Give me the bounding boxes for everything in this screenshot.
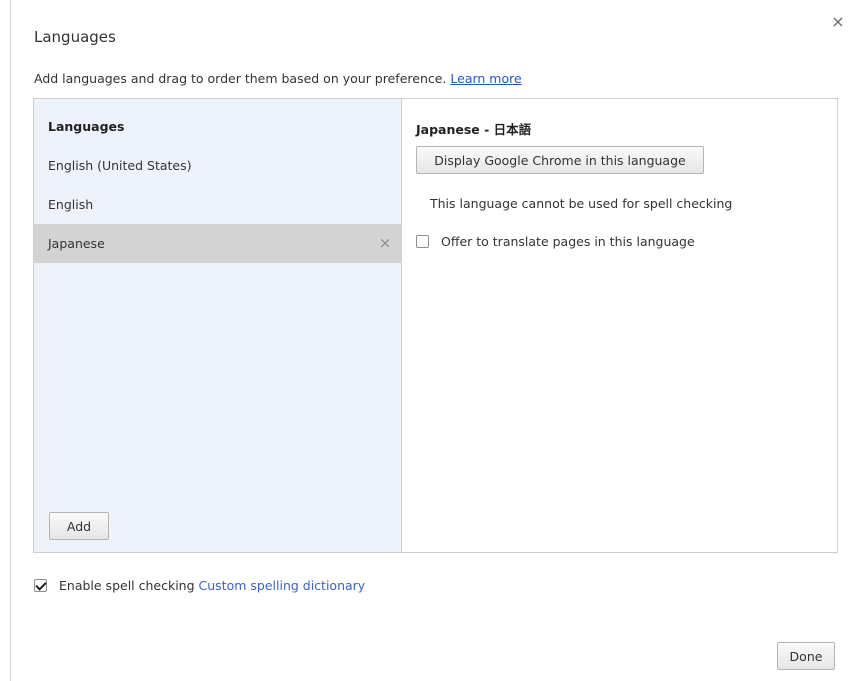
spell-check-label: Enable spell checking bbox=[59, 578, 195, 593]
language-list-header: Languages bbox=[48, 119, 125, 134]
spell-check-option: Enable spell checking Custom spelling di… bbox=[34, 578, 365, 593]
remove-language-icon[interactable]: × bbox=[377, 224, 393, 263]
add-language-button[interactable]: Add bbox=[49, 512, 109, 540]
translate-option: Offer to translate pages in this languag… bbox=[416, 234, 695, 249]
spell-check-note: This language cannot be used for spell c… bbox=[430, 196, 733, 211]
display-chrome-in-language-button[interactable]: Display Google Chrome in this language bbox=[416, 146, 704, 174]
languages-panel: Languages English (United States) Englis… bbox=[33, 98, 838, 553]
translate-checkbox[interactable] bbox=[416, 235, 429, 248]
language-item-label: English (United States) bbox=[48, 158, 192, 173]
detail-title: Japanese - 日本語 bbox=[416, 122, 532, 137]
custom-dictionary-link[interactable]: Custom spelling dictionary bbox=[199, 578, 366, 593]
close-icon[interactable]: × bbox=[830, 14, 846, 30]
language-item-english-us[interactable]: English (United States) bbox=[34, 146, 401, 185]
dialog-title: Languages bbox=[34, 28, 116, 46]
translate-label: Offer to translate pages in this languag… bbox=[441, 234, 695, 249]
language-list: Languages English (United States) Englis… bbox=[34, 99, 402, 552]
dialog-subtitle: Add languages and drag to order them bas… bbox=[34, 71, 522, 86]
language-detail: Japanese - 日本語 Display Google Chrome in … bbox=[402, 99, 837, 552]
done-button[interactable]: Done bbox=[777, 642, 835, 670]
language-item-japanese[interactable]: Japanese × bbox=[34, 224, 401, 263]
language-item-english[interactable]: English bbox=[34, 185, 401, 224]
language-item-label: Japanese bbox=[48, 236, 105, 251]
language-item-label: English bbox=[48, 197, 94, 212]
subtitle-text: Add languages and drag to order them bas… bbox=[34, 71, 447, 86]
spell-check-checkbox[interactable] bbox=[34, 579, 47, 592]
learn-more-link[interactable]: Learn more bbox=[450, 71, 521, 86]
